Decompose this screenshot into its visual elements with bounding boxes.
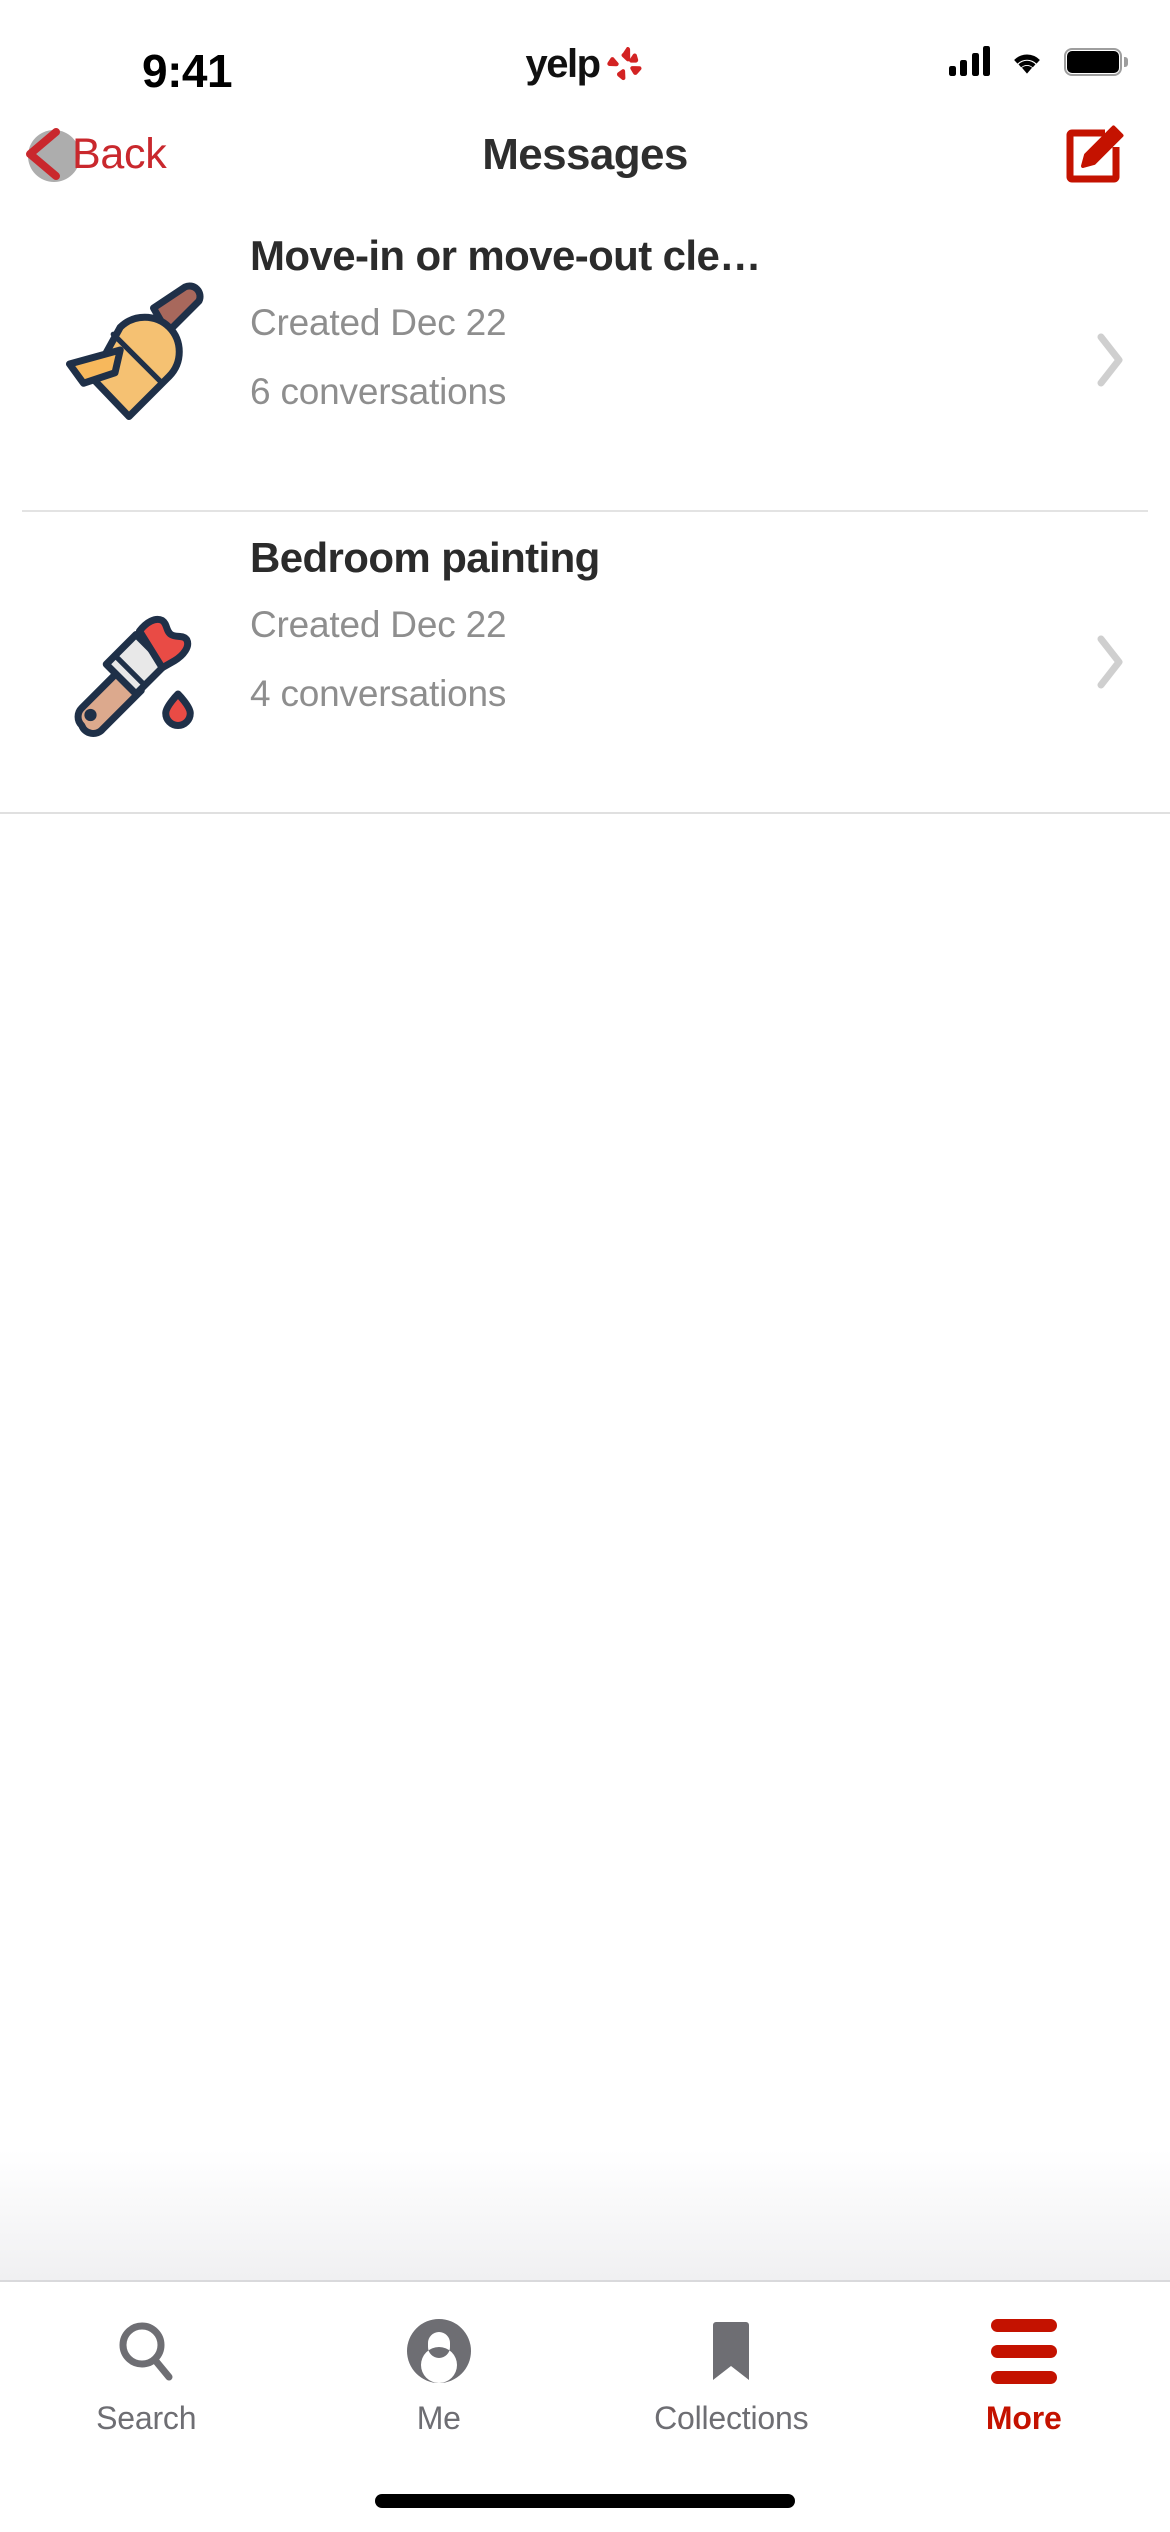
hamburger-menu-icon	[990, 2318, 1057, 2384]
page-title: Messages	[482, 130, 688, 179]
row-icon-wrap	[0, 210, 250, 510]
home-indicator	[375, 2494, 795, 2508]
chevron-right-icon	[1097, 333, 1123, 387]
yelp-wordmark: yelp	[525, 42, 601, 86]
list-item-conversations: 6 conversations	[250, 370, 507, 412]
compose-button[interactable]	[1060, 122, 1130, 188]
tab-label: Search	[96, 2400, 197, 2436]
list-item-title: Move-in or move-out cle…	[250, 232, 761, 279]
list-item[interactable]: Bedroom painting Created Dec 22 4 conver…	[0, 512, 1170, 812]
app-screen: 9:41 yelp Back Messages Move-in or move-…	[0, 0, 1170, 2532]
search-icon	[119, 2322, 173, 2381]
message-list: Move-in or move-out cle… Created Dec 22 …	[0, 210, 1170, 814]
list-item-created: Created Dec 22	[250, 302, 507, 344]
broom-icon	[65, 281, 204, 420]
tab-label: Collections	[654, 2400, 809, 2436]
chevron-right-icon	[1097, 635, 1123, 689]
compose-icon	[1066, 125, 1124, 183]
navigation-bar: Back Messages	[0, 100, 1170, 210]
list-item-conversations: 4 conversations	[250, 672, 507, 714]
tab-icon-wrap	[111, 2312, 181, 2390]
scroll-fade-overlay	[0, 2150, 1170, 2280]
row-text: Bedroom painting Created Dec 22 4 conver…	[250, 512, 1050, 715]
bookmark-icon	[713, 2322, 750, 2380]
list-item-title: Bedroom painting	[250, 534, 600, 581]
row-icon-wrap	[0, 512, 250, 812]
tab-icon-wrap	[990, 2312, 1057, 2390]
list-item-created: Created Dec 22	[250, 604, 507, 646]
yelp-burst-icon	[606, 46, 642, 80]
row-chevron-wrap	[1050, 210, 1170, 510]
status-bar: 9:41 yelp	[0, 0, 1170, 100]
list-bottom-divider	[0, 812, 1170, 814]
paintbrush-icon	[74, 615, 194, 737]
person-circle-icon	[406, 2319, 471, 2383]
tab-search[interactable]: Search	[0, 2282, 293, 2532]
row-chevron-wrap	[1050, 512, 1170, 812]
battery-full-icon	[1064, 48, 1128, 76]
list-item[interactable]: Move-in or move-out cle… Created Dec 22 …	[0, 210, 1170, 510]
wifi-icon	[1014, 54, 1040, 74]
status-indicators	[948, 46, 1128, 76]
tab-label: Me	[416, 2400, 461, 2436]
cellular-signal-icon	[948, 46, 990, 76]
tab-more[interactable]: More	[878, 2282, 1170, 2532]
tab-icon-wrap	[696, 2312, 766, 2390]
tab-label: More	[985, 2400, 1062, 2436]
row-text: Move-in or move-out cle… Created Dec 22 …	[250, 210, 1050, 413]
tab-icon-wrap	[404, 2312, 474, 2390]
